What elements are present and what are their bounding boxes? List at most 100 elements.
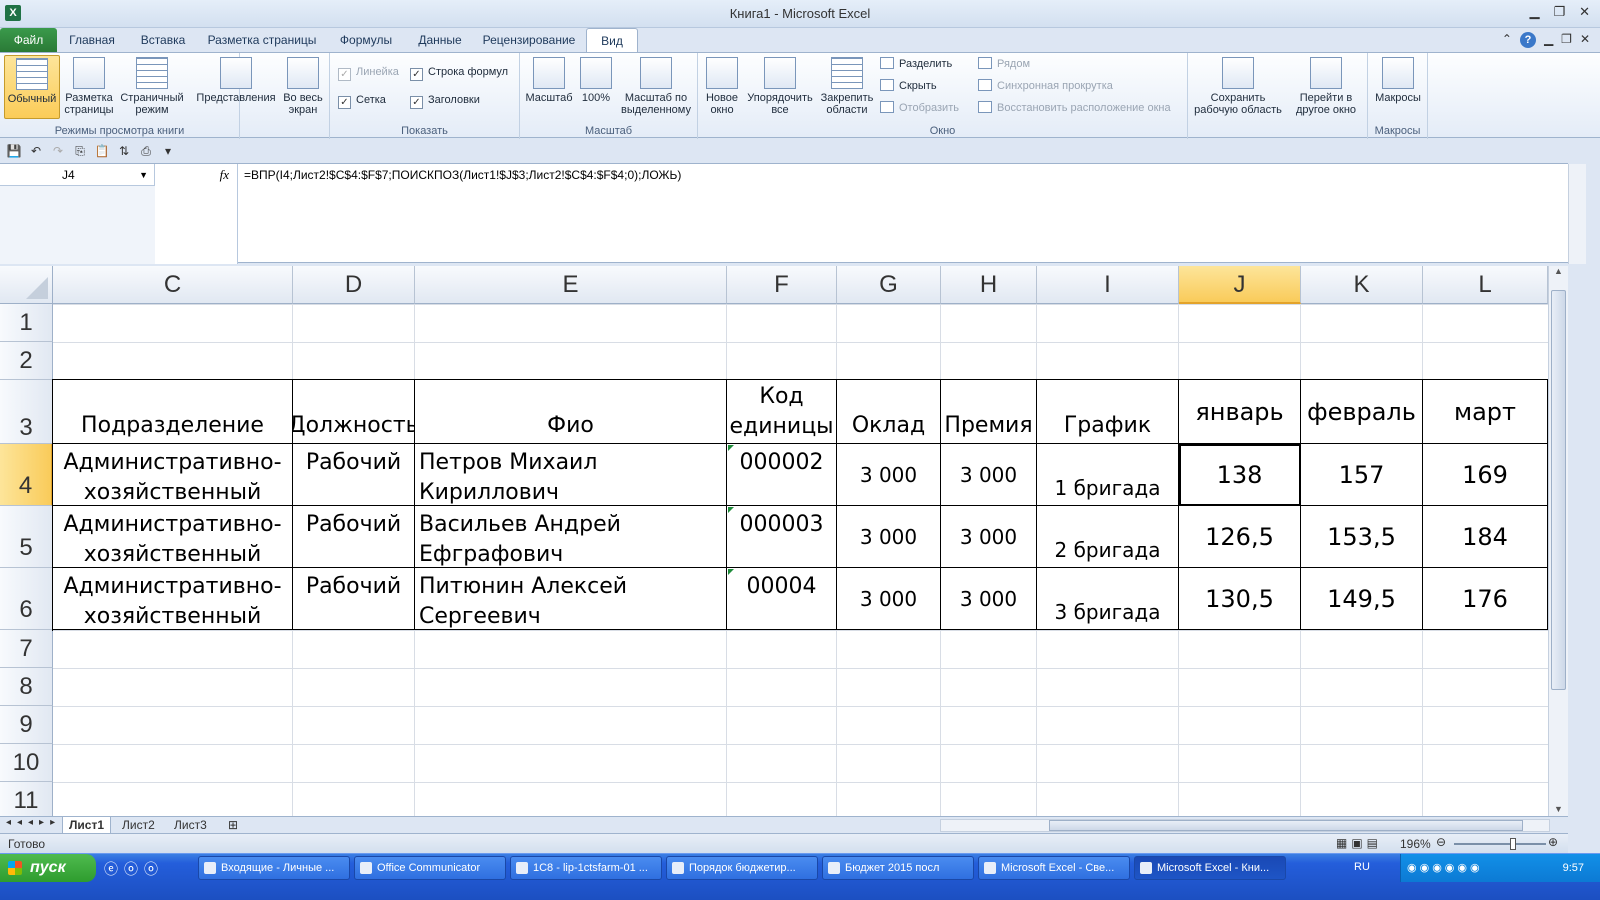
zoom-100-button[interactable]: 100% xyxy=(576,55,616,119)
macros-button[interactable]: Макросы xyxy=(1372,55,1424,119)
chevron-down-icon[interactable]: ▼ xyxy=(139,164,148,186)
insert-sheet-icon[interactable]: ⊞ xyxy=(222,817,244,834)
table-cell[interactable]: 3 000 xyxy=(941,444,1037,506)
formula-input[interactable]: =ВПР(I4;Лист2!$C$4:$F$7;ПОИСКПОЗ(Лист1!$… xyxy=(244,168,681,182)
table-cell[interactable]: 2 бригада xyxy=(1037,506,1179,568)
row-header[interactable]: 9 xyxy=(0,706,53,744)
row-header[interactable]: 10 xyxy=(0,744,53,782)
row-header[interactable]: 5 xyxy=(0,506,53,568)
table-cell[interactable]: Васильев Андрей Ефграфович xyxy=(415,506,727,568)
header-cell[interactable]: Подразделение xyxy=(53,380,293,444)
headings-checkbox[interactable]: ✓ Заголовки xyxy=(410,91,480,109)
horizontal-scroll-thumb[interactable] xyxy=(1049,820,1523,831)
normal-view-button[interactable]: Обычный xyxy=(4,55,60,119)
split-button[interactable]: Разделить xyxy=(880,55,952,73)
column-header[interactable]: G xyxy=(837,266,941,304)
table-cell[interactable]: 153,5 xyxy=(1301,506,1423,568)
header-cell[interactable]: Код единицы xyxy=(727,380,837,444)
sheet-tab-1[interactable]: Лист1 xyxy=(62,817,112,834)
save-workspace-button[interactable]: Сохранить рабочую область xyxy=(1190,55,1286,119)
table-cell[interactable]: 184 xyxy=(1423,506,1548,568)
table-cell[interactable]: 3 000 xyxy=(837,444,941,506)
print-icon[interactable]: ⎙ xyxy=(138,143,154,159)
undo-icon[interactable]: ↶ xyxy=(28,143,44,159)
minimize-ribbon-icon[interactable]: ⌃ xyxy=(1502,32,1512,48)
taskbar-button[interactable]: Microsoft Excel - Све... xyxy=(978,856,1130,880)
tab-view[interactable]: Вид xyxy=(586,28,638,52)
start-button[interactable]: пуск xyxy=(0,854,96,882)
zoom-out-icon[interactable]: ⊖ xyxy=(1436,835,1446,849)
column-header[interactable]: H xyxy=(941,266,1037,304)
table-cell[interactable]: 00004 xyxy=(727,568,837,630)
row-header[interactable]: 11 xyxy=(0,782,53,816)
copy-icon[interactable]: ⎘ xyxy=(72,143,88,159)
table-cell[interactable]: Административно-хозяйственный отдел xyxy=(53,568,293,630)
doc-close-button[interactable]: ✕ xyxy=(1580,32,1590,48)
vertical-scroll-thumb[interactable] xyxy=(1551,290,1566,690)
column-header[interactable]: J xyxy=(1179,266,1301,304)
fx-icon[interactable]: fx xyxy=(220,167,229,183)
header-cell[interactable]: январь xyxy=(1179,380,1301,444)
taskbar-button[interactable]: 1С8 - lip-1ctsfarm-01 ... xyxy=(510,856,662,880)
tab-home[interactable]: Главная xyxy=(60,28,124,52)
horizontal-scrollbar[interactable] xyxy=(940,819,1550,832)
new-window-button[interactable]: Новое окно xyxy=(702,55,742,119)
table-cell[interactable]: 157 xyxy=(1301,444,1423,506)
tab-insert[interactable]: Вставка xyxy=(128,28,198,52)
sheet-tab-2[interactable]: Лист2 xyxy=(116,817,161,834)
customize-qat-icon[interactable]: ▾ xyxy=(160,143,176,159)
taskbar-button[interactable]: Порядок бюджетир... xyxy=(666,856,818,880)
switch-windows-button[interactable]: Перейти в другое окно xyxy=(1288,55,1364,119)
table-cell[interactable]: 000002 xyxy=(727,444,837,506)
table-cell[interactable]: 169 xyxy=(1423,444,1548,506)
zoom-button[interactable]: Масштаб xyxy=(524,55,574,119)
redo-icon[interactable]: ↷ xyxy=(50,143,66,159)
taskbar-button[interactable]: Office Communicator xyxy=(354,856,506,880)
column-header[interactable]: C xyxy=(53,266,293,304)
paste-icon[interactable]: 📋 xyxy=(94,143,110,159)
sort-icon[interactable]: ⇅ xyxy=(116,143,132,159)
reset-position-button[interactable]: Восстановить расположение окна xyxy=(978,99,1171,117)
page-break-button[interactable]: Страничный режим xyxy=(118,55,186,119)
header-cell[interactable]: февраль xyxy=(1301,380,1423,444)
close-button[interactable]: ✕ xyxy=(1579,4,1590,20)
column-header[interactable]: K xyxy=(1301,266,1423,304)
unhide-button[interactable]: Отобразить xyxy=(880,99,959,117)
table-cell[interactable]: 000003 xyxy=(727,506,837,568)
tray-icons[interactable]: ◉◉◉◉◉◉ xyxy=(1407,854,1483,882)
table-cell[interactable]: Рабочий xyxy=(293,568,415,630)
row-header[interactable]: 8 xyxy=(0,668,53,706)
arrange-all-button[interactable]: Упорядочить все xyxy=(744,55,816,119)
row-header[interactable]: 6 xyxy=(0,568,53,630)
full-screen-button[interactable]: Во весь экран xyxy=(280,55,326,119)
name-box[interactable]: J4 ▼ xyxy=(0,164,155,186)
table-cell[interactable]: 149,5 xyxy=(1301,568,1423,630)
table-cell[interactable]: 3 000 xyxy=(837,506,941,568)
zoom-selection-button[interactable]: Масштаб по выделенному xyxy=(618,55,694,119)
language-indicator[interactable]: RU xyxy=(1354,861,1370,873)
table-cell[interactable]: Рабочий xyxy=(293,506,415,568)
tab-review[interactable]: Рецензирование xyxy=(474,28,584,52)
tab-formulas[interactable]: Формулы xyxy=(326,28,406,52)
table-cell[interactable]: 3 бригада xyxy=(1037,568,1179,630)
minimize-button[interactable]: ▁ xyxy=(1529,4,1539,20)
column-header[interactable]: E xyxy=(415,266,727,304)
taskbar-button-active[interactable]: Microsoft Excel - Кни... xyxy=(1134,856,1286,880)
column-header[interactable]: D xyxy=(293,266,415,304)
table-cell[interactable]: 3 000 xyxy=(837,568,941,630)
header-cell[interactable]: Фио xyxy=(415,380,727,444)
table-cell[interactable]: Административно-хозяйственный отдел xyxy=(53,506,293,568)
row-header[interactable]: 4 xyxy=(0,444,53,506)
selected-cell[interactable]: 138 xyxy=(1179,444,1301,506)
hide-button[interactable]: Скрыть xyxy=(880,77,937,95)
formula-bar-scroll[interactable] xyxy=(1568,164,1586,264)
table-cell[interactable]: 3 000 xyxy=(941,506,1037,568)
sheet-tab-3[interactable]: Лист3 xyxy=(168,817,213,834)
table-cell[interactable]: 130,5 xyxy=(1179,568,1301,630)
column-header[interactable]: F xyxy=(727,266,837,304)
zoom-slider[interactable] xyxy=(1454,838,1546,850)
zoom-in-icon[interactable]: ⊕ xyxy=(1548,835,1558,849)
table-cell[interactable]: Административно-хозяйственный отдел xyxy=(53,444,293,506)
header-cell[interactable]: Премия xyxy=(941,380,1037,444)
header-cell[interactable]: Оклад xyxy=(837,380,941,444)
